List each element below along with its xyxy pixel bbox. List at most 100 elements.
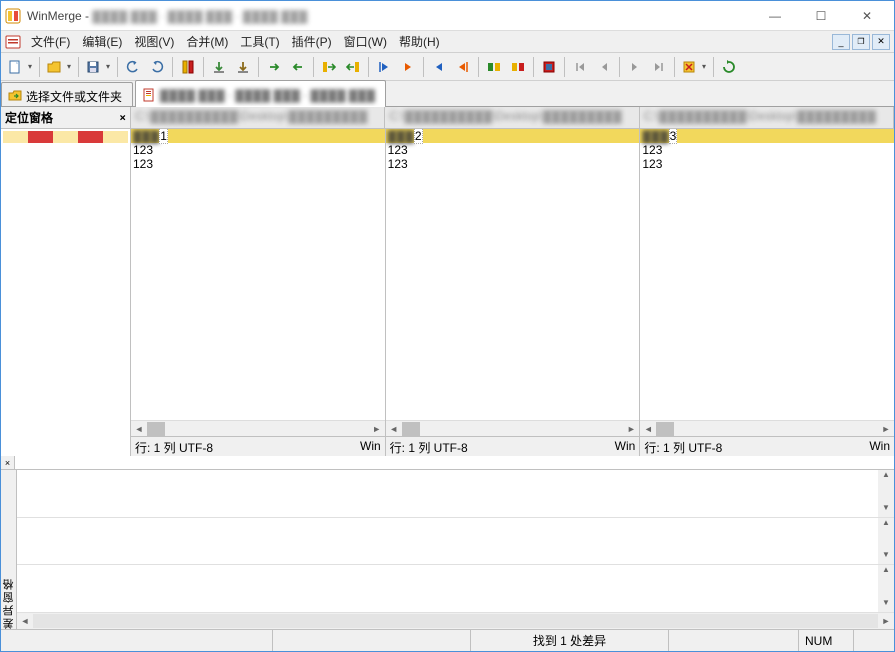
redo-button[interactable] xyxy=(146,56,168,78)
next-conflict-button[interactable] xyxy=(507,56,529,78)
prev-diff-button[interactable] xyxy=(397,56,419,78)
app-icon xyxy=(5,8,21,24)
toolbar-separator xyxy=(39,57,40,77)
pane-2-editor[interactable]: ▓▓▓2 123 123 xyxy=(386,129,640,420)
tab-label: 选择文件或文件夹 xyxy=(26,88,122,105)
location-pane-close-button[interactable]: × xyxy=(119,111,126,124)
menu-bar: 文件(F) 编辑(E) 视图(V) 合并(M) 工具(T) 插件(P) 窗口(W… xyxy=(1,31,894,53)
toolbar-separator xyxy=(619,57,620,77)
all-right-button[interactable] xyxy=(318,56,340,78)
location-map[interactable] xyxy=(1,129,130,456)
tab-bar: 选择文件或文件夹 ▓▓▓▓ ▓▓▓ · ▓▓▓▓ ▓▓▓ · ▓▓▓▓ ▓▓▓ xyxy=(1,81,894,107)
window-close-button[interactable]: ✕ xyxy=(844,1,890,31)
menu-plugins[interactable]: 插件(P) xyxy=(286,31,338,52)
location-pane-header: 定位窗格 × xyxy=(1,107,130,129)
save-button[interactable] xyxy=(83,56,113,78)
diff-detail-pane: 差异窗格 ▲▼ ▲▼ ▲▼ ◄► xyxy=(1,470,894,629)
file-header-1[interactable]: C:\▓▓▓▓▓▓▓▓▓▓\Desktop\▓▓▓▓▓▓▓▓▓ xyxy=(131,107,385,128)
horizontal-splitter[interactable]: × xyxy=(1,456,894,470)
toolbar-separator xyxy=(713,57,714,77)
diff-three-way: C:\▓▓▓▓▓▓▓▓▓▓\Desktop\▓▓▓▓▓▓▓▓▓ C:\▓▓▓▓▓… xyxy=(131,107,894,456)
location-pane: 定位窗格 × xyxy=(1,107,131,456)
mdi-minimize-button[interactable]: _ xyxy=(832,34,850,50)
document-diff-icon xyxy=(142,88,156,102)
folder-arrow-icon xyxy=(8,89,22,103)
options-button[interactable] xyxy=(679,56,709,78)
main-area: 定位窗格 × C:\▓▓▓▓▓▓▓▓▓▓\Desktop\▓▓▓▓▓▓▓▓▓ C… xyxy=(1,107,894,629)
pane-1: ▓▓▓1 123 123 ◄► 行: 1 列 UTF-8Win xyxy=(131,129,386,456)
refresh-button[interactable] xyxy=(718,56,740,78)
menu-view[interactable]: 视图(V) xyxy=(128,31,180,52)
nav-next-button[interactable] xyxy=(624,56,646,78)
status-bar: 找到 1 处差异 NUM xyxy=(1,629,894,651)
nav-first-button[interactable] xyxy=(569,56,591,78)
mdi-close-button[interactable]: ✕ xyxy=(872,34,890,50)
diff-detail-row-3[interactable]: ▲▼ xyxy=(17,565,894,613)
diff-detail-hscroll[interactable]: ◄► xyxy=(17,613,894,629)
pane-2: ▓▓▓2 123 123 ◄► 行: 1 列 UTF-8Win xyxy=(386,129,641,456)
tab-active-compare[interactable]: ▓▓▓▓ ▓▓▓ · ▓▓▓▓ ▓▓▓ · ▓▓▓▓ ▓▓▓ xyxy=(135,80,386,106)
menu-merge[interactable]: 合并(M) xyxy=(180,31,234,52)
toolbar-separator xyxy=(78,57,79,77)
new-button[interactable] xyxy=(5,56,35,78)
toolbar-separator xyxy=(533,57,534,77)
copy-right-button[interactable] xyxy=(263,56,285,78)
nav-last-button[interactable] xyxy=(648,56,670,78)
toolbar-separator xyxy=(478,57,479,77)
diff-pane-label: 差异窗格 xyxy=(1,470,17,629)
title-text: WinMerge - ▓▓▓▓ ▓▓▓ · ▓▓▓▓ ▓▓▓ · ▓▓▓▓ ▓▓… xyxy=(27,9,752,23)
status-diff-count: 找到 1 处差异 xyxy=(471,630,669,651)
toolbar-separator xyxy=(564,57,565,77)
toolbar-separator xyxy=(423,57,424,77)
pane-2-status: 行: 1 列 UTF-8Win xyxy=(386,436,640,456)
pane-row: ▓▓▓1 123 123 ◄► 行: 1 列 UTF-8Win ▓▓▓2 123… xyxy=(131,129,894,456)
pane-3: ▓▓▓3 123 123 ◄► 行: 1 列 UTF-8Win xyxy=(640,129,894,456)
nav-prev-button[interactable] xyxy=(593,56,615,78)
menu-tools[interactable]: 工具(T) xyxy=(234,31,285,52)
merge-down2-button[interactable] xyxy=(232,56,254,78)
menu-help[interactable]: 帮助(H) xyxy=(393,31,446,52)
file-header-row: C:\▓▓▓▓▓▓▓▓▓▓\Desktop\▓▓▓▓▓▓▓▓▓ C:\▓▓▓▓▓… xyxy=(131,107,894,129)
pane-2-hscroll[interactable]: ◄► xyxy=(386,420,640,436)
all-left-button[interactable] xyxy=(342,56,364,78)
last-diff-button[interactable] xyxy=(452,56,474,78)
pane-3-hscroll[interactable]: ◄► xyxy=(640,420,894,436)
pane-1-hscroll[interactable]: ◄► xyxy=(131,420,385,436)
menu-edit[interactable]: 编辑(E) xyxy=(76,31,128,52)
prev-conflict-button[interactable] xyxy=(483,56,505,78)
title-bar: WinMerge - ▓▓▓▓ ▓▓▓ · ▓▓▓▓ ▓▓▓ · ▓▓▓▓ ▓▓… xyxy=(1,1,894,31)
window-maximize-button[interactable]: ☐ xyxy=(798,1,844,31)
pane-1-status: 行: 1 列 UTF-8Win xyxy=(131,436,385,456)
pane-3-editor[interactable]: ▓▓▓3 123 123 xyxy=(640,129,894,420)
open-button[interactable] xyxy=(44,56,74,78)
diff-detail-row-2[interactable]: ▲▼ xyxy=(17,518,894,566)
toolbar-separator xyxy=(368,57,369,77)
toolbar-separator xyxy=(172,57,173,77)
pane-1-editor[interactable]: ▓▓▓1 123 123 xyxy=(131,129,385,420)
merge-down1-button[interactable] xyxy=(208,56,230,78)
status-num-lock: NUM xyxy=(799,630,854,651)
diff-vertical-button[interactable] xyxy=(177,56,199,78)
mdi-system-icon[interactable] xyxy=(5,34,21,50)
window-minimize-button[interactable]: — xyxy=(752,1,798,31)
file-header-3[interactable]: C:\▓▓▓▓▓▓▓▓▓▓\Desktop\▓▓▓▓▓▓▓▓▓ xyxy=(640,107,894,128)
menu-window[interactable]: 窗口(W) xyxy=(338,31,393,52)
jump-diff-button[interactable] xyxy=(538,56,560,78)
tab-select-files[interactable]: 选择文件或文件夹 xyxy=(1,82,133,106)
toolbar-separator xyxy=(674,57,675,77)
tab-label: ▓▓▓▓ ▓▓▓ · ▓▓▓▓ ▓▓▓ · ▓▓▓▓ ▓▓▓ xyxy=(160,88,375,102)
menu-file[interactable]: 文件(F) xyxy=(25,31,76,52)
first-diff-button[interactable] xyxy=(373,56,395,78)
diff-detail-row-1[interactable]: ▲▼ xyxy=(17,470,894,518)
toolbar-separator xyxy=(203,57,204,77)
upper-split: 定位窗格 × C:\▓▓▓▓▓▓▓▓▓▓\Desktop\▓▓▓▓▓▓▓▓▓ C… xyxy=(1,107,894,456)
mdi-restore-button[interactable]: ❐ xyxy=(852,34,870,50)
toolbar-separator xyxy=(258,57,259,77)
undo-button[interactable] xyxy=(122,56,144,78)
toolbar-separator xyxy=(117,57,118,77)
next-diff-button[interactable] xyxy=(428,56,450,78)
file-header-2[interactable]: C:\▓▓▓▓▓▓▓▓▓▓\Desktop\▓▓▓▓▓▓▓▓▓ xyxy=(385,107,639,128)
copy-left-button[interactable] xyxy=(287,56,309,78)
diff-pane-close-button[interactable]: × xyxy=(1,456,15,469)
toolbar xyxy=(1,53,894,81)
